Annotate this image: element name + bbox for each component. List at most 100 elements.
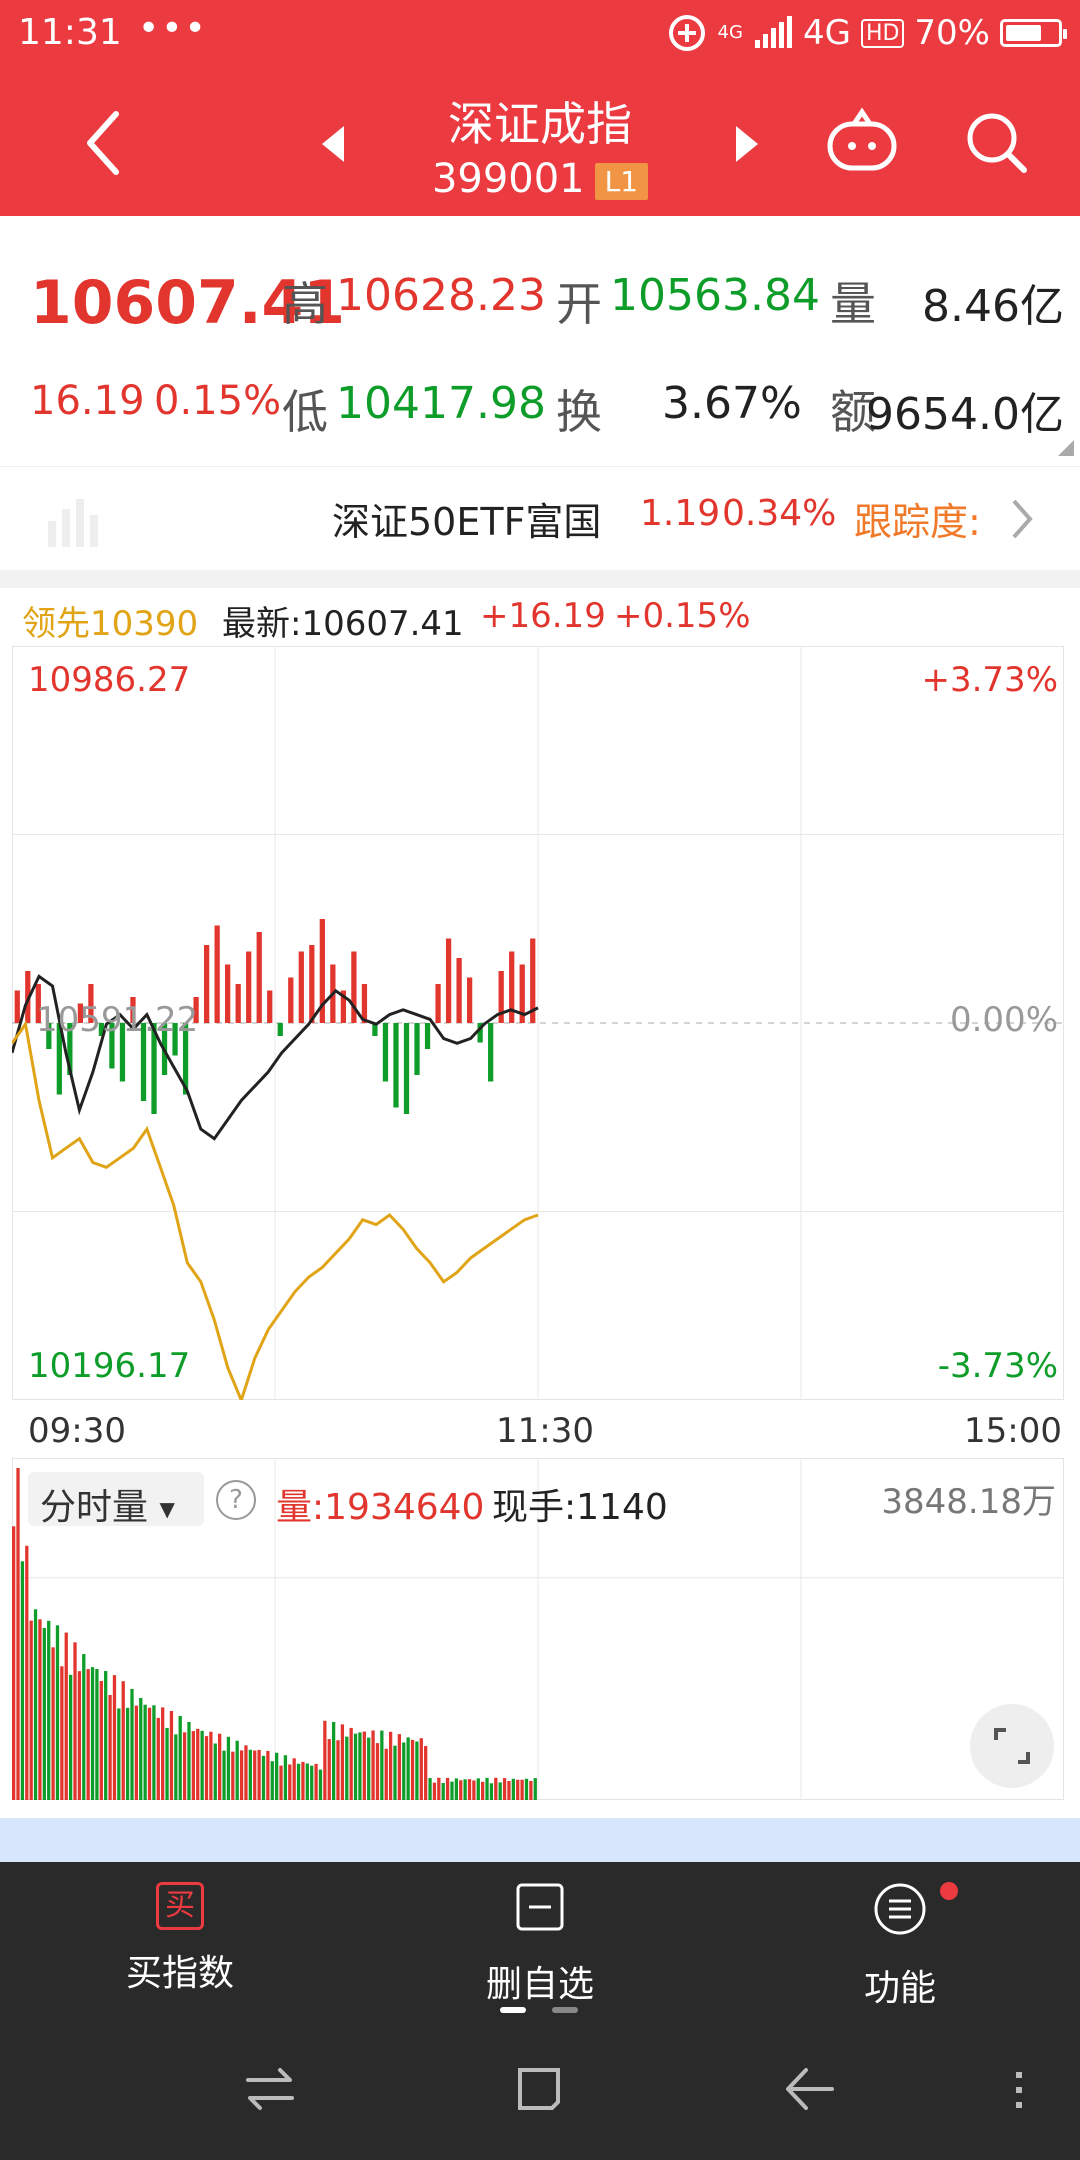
volume-bar <box>204 1736 209 1800</box>
volume-bar <box>196 1728 200 1800</box>
volume-bar <box>402 1742 406 1800</box>
volume-bar <box>178 1715 182 1800</box>
time-mid: 11:30 <box>496 1411 594 1451</box>
volume-max: 3848.18万 <box>881 1482 1056 1522</box>
volume-type-select[interactable]: 分时量 ▼ <box>28 1472 204 1528</box>
volume-bar <box>314 1763 318 1800</box>
bar-mark <box>456 958 462 1023</box>
low-value: 10417.98 <box>336 378 546 429</box>
volume-bar <box>502 1778 507 1800</box>
remove-watchlist-label: 删自选 <box>485 1964 594 2005</box>
y-max-label: 10986.27 <box>28 660 191 700</box>
volume-bar <box>388 1731 393 1800</box>
volume-bar <box>266 1750 270 1800</box>
volume-bar <box>73 1642 77 1800</box>
bar-mark <box>424 1023 431 1049</box>
volume-bar <box>520 1779 524 1800</box>
fullscreen-button[interactable] <box>970 1704 1054 1788</box>
robot-assistant-icon[interactable] <box>824 106 900 176</box>
volume-value: 8.46亿 <box>922 281 1064 332</box>
promo-banner[interactable] <box>0 1818 1080 1862</box>
volume-bar <box>82 1654 86 1800</box>
volume-bar <box>182 1732 187 1800</box>
volume-bar <box>64 1632 68 1800</box>
volume-bar <box>437 1777 441 1800</box>
volume-bar <box>345 1736 349 1800</box>
volume-bar <box>481 1781 485 1800</box>
volume-bar <box>29 1620 33 1800</box>
bar-mark <box>488 1023 494 1082</box>
volume-bar <box>292 1758 296 1800</box>
volume-bar <box>261 1755 266 1800</box>
volume-bar <box>384 1748 388 1800</box>
volume-bar <box>130 1688 134 1800</box>
bar-mark <box>445 938 452 1023</box>
network-small-label: 4G <box>717 22 743 43</box>
expand-corner-icon[interactable] <box>1056 438 1076 458</box>
more-nav-icon[interactable] <box>1012 2068 1026 2112</box>
etf-bar[interactable]: 深证50ETF富国 1.19 0.34% 跟踪度: <box>0 466 1080 570</box>
system-nav-bar <box>0 2018 1080 2160</box>
lead-indicator: 领先10390 <box>22 604 199 644</box>
volume-bar <box>213 1743 217 1800</box>
volume-bar <box>463 1779 467 1800</box>
remove-watchlist-button[interactable]: 删自选 <box>420 1882 660 2007</box>
volume-bar <box>279 1765 283 1800</box>
battery-percent: 70% <box>914 13 990 53</box>
search-icon[interactable] <box>964 110 1030 176</box>
volume-bar <box>498 1782 502 1800</box>
latest-change: +16.19 <box>480 596 606 636</box>
volume-bar <box>367 1737 371 1800</box>
tracking-label: 跟踪度: <box>854 500 981 544</box>
page-indicator <box>552 2007 578 2013</box>
stock-code: 399001 <box>431 156 585 202</box>
etf-name: 深证50ETF富国 <box>332 500 602 544</box>
volume-bar <box>77 1671 82 1800</box>
etf-percent: 0.34% <box>722 493 837 534</box>
volume-bar <box>533 1778 537 1800</box>
volume-label: 量 <box>830 277 876 331</box>
volume-bar <box>156 1717 160 1800</box>
volume-bar <box>397 1734 402 1800</box>
volume-bar <box>99 1681 103 1800</box>
volume-bar <box>288 1764 292 1800</box>
volume-bar <box>336 1740 340 1800</box>
volume-bar <box>55 1625 60 1800</box>
buy-index-button[interactable]: 买 买指数 <box>60 1882 300 1996</box>
switch-icon[interactable] <box>244 2066 296 2112</box>
volume-bar <box>25 1545 29 1800</box>
volume-bar <box>169 1711 174 1800</box>
volume-bar <box>349 1727 353 1800</box>
intraday-chart[interactable]: 10986.27 +3.73% 10591.22 0.00% 10196.17 … <box>10 646 1064 1405</box>
notification-dot <box>940 1882 958 1900</box>
section-divider <box>0 570 1080 588</box>
volume-bar <box>353 1733 358 1800</box>
bar-mark <box>393 1023 399 1108</box>
bar-mark <box>298 951 304 1023</box>
quote-panel: 10607.41 高 10628.23 开 10563.84 量 8.46亿 1… <box>0 216 1080 466</box>
bar-mark <box>466 977 473 1023</box>
volume-bar <box>450 1781 454 1800</box>
bar-mark <box>214 925 220 1023</box>
volume-bar <box>20 1561 25 1800</box>
time-start: 09:30 <box>28 1411 126 1451</box>
buy-index-label: 买指数 <box>125 1953 234 1994</box>
turnover-label: 换 <box>556 385 602 439</box>
volume-bar <box>174 1734 178 1800</box>
help-icon[interactable]: ? <box>216 1480 256 1520</box>
next-stock-icon[interactable] <box>732 124 762 164</box>
open-value: 10563.84 <box>610 270 820 321</box>
volume-bar <box>191 1731 196 1800</box>
chevron-right-icon[interactable] <box>1010 497 1034 541</box>
volume-bar <box>340 1724 345 1800</box>
volume-bar <box>139 1697 143 1800</box>
volume-bar <box>161 1707 165 1800</box>
volume-bar <box>68 1674 73 1800</box>
volume-bar <box>511 1778 515 1800</box>
home-icon[interactable] <box>514 2064 564 2114</box>
volume-bar <box>415 1741 419 1800</box>
bar-mark <box>267 990 273 1023</box>
functions-button[interactable]: 功能 <box>780 1882 1020 2011</box>
back-nav-icon[interactable] <box>782 2064 836 2114</box>
functions-label: 功能 <box>863 1968 936 2009</box>
